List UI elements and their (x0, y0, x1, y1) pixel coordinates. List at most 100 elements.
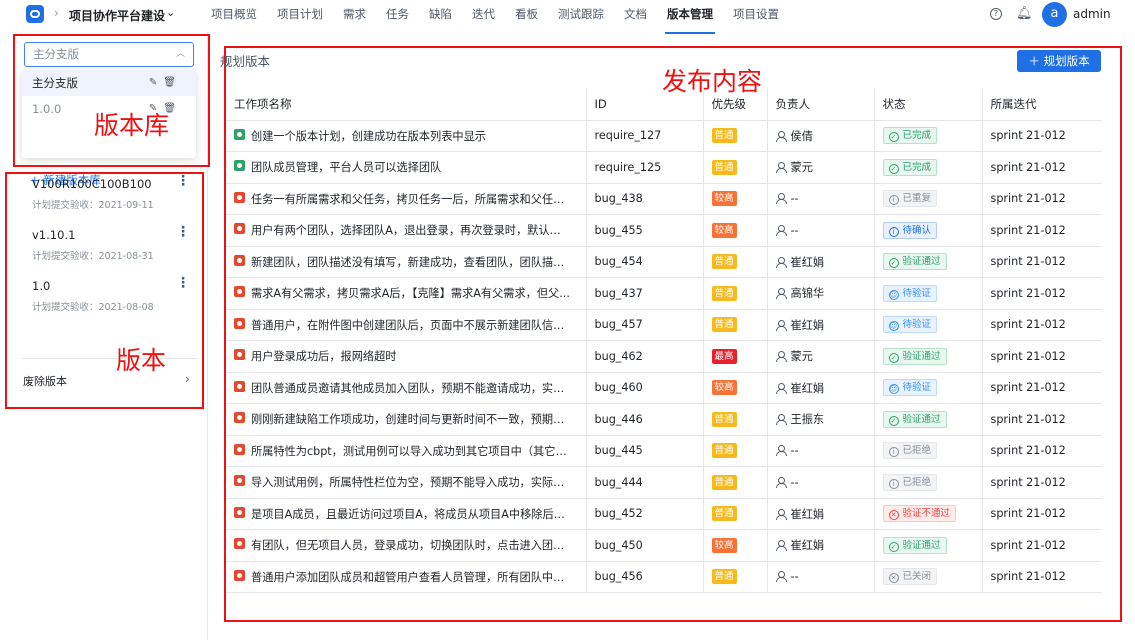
column-header[interactable]: 优先级 (703, 89, 768, 121)
nav-item[interactable]: 项目概览 (211, 0, 257, 32)
nav-item[interactable]: 文档 (624, 0, 647, 32)
work-item-cell[interactable]: 是项目A成员，且最近访问过项目A，将成员从项目A中移除后，... (226, 498, 587, 530)
nav-item[interactable]: 测试跟踪 (558, 0, 604, 32)
status-badge[interactable]: i 已重复 (882, 190, 938, 208)
work-item-cell[interactable]: 普通用户添加团队成员和超管用户查看人员管理，所有团队中没... (226, 561, 587, 593)
id-cell: bug_444 (586, 466, 704, 499)
owner-cell: 崔红娟 (767, 309, 875, 341)
help-icon[interactable]: ? (990, 8, 1002, 20)
user-icon (775, 224, 787, 236)
requirement-icon (234, 160, 245, 172)
work-item-name[interactable]: 需求A有父需求，拷贝需求A后，【克隆】需求A有父需求，但父... (251, 285, 570, 301)
work-item-name[interactable]: 创建一个版本计划，创建成功在版本列表中显示 (251, 128, 486, 144)
table-row[interactable]: 新建团队，团队描述没有填写，新建成功，查看团队，团队描述... bug_454 普通… (226, 246, 1102, 278)
work-item-name[interactable]: 是项目A成员，且最近访问过项目A，将成员从项目A中移除后，... (251, 506, 571, 522)
column-header[interactable]: 工作项名称 (226, 89, 587, 121)
status-cell: i 已重复 (874, 183, 983, 215)
table-row[interactable]: 任务一有所属需求和父任务，拷贝任务一后，所属需求和父任务... bug_438 较高… (226, 183, 1102, 215)
status-badge[interactable]: i 已拒绝 (882, 442, 938, 460)
project-dropdown-chevron-icon[interactable]: ⌄ (166, 6, 175, 19)
table-row[interactable]: 用户有两个团队，选择团队A，退出登录，再次登录时，默认团队... bug_455 较… (226, 214, 1102, 247)
table-row[interactable]: 创建一个版本计划，创建成功在版本列表中显示 require_127 普通 侯倩 ✓ 已完成… (226, 120, 1102, 152)
status-icon: ☺ (888, 384, 899, 395)
work-item-name[interactable]: 任务一有所属需求和父任务，拷贝任务一后，所属需求和父任务... (251, 191, 571, 207)
status-badge[interactable]: ✓ 验证通过 (882, 253, 947, 271)
status-badge[interactable]: ☺ 待验证 (882, 379, 938, 397)
project-title[interactable]: 项目协作平台建设 (69, 7, 165, 24)
table-row[interactable]: 团队普通成员邀请其他成员加入团队，预期不能邀请成功，实际... bug_460 较高… (226, 372, 1102, 404)
work-item-name[interactable]: 用户登录成功后，报网络超时 (251, 348, 396, 364)
table-row[interactable]: 普通用户添加团队成员和超管用户查看人员管理，所有团队中没... bug_456 普通… (226, 561, 1102, 593)
table-row[interactable]: 所属特性为cbpt，测试用例可以导入成功到其它项目中（其它项... bug_445… (226, 435, 1102, 467)
work-item-name[interactable]: 新建团队，团队描述没有填写，新建成功，查看团队，团队描述... (251, 254, 571, 270)
id-cell: bug_450 (586, 529, 704, 562)
status-badge[interactable]: ✓ 已完成 (882, 127, 938, 145)
status-icon: ✓ (888, 352, 899, 363)
nav-item[interactable]: 项目计划 (277, 0, 323, 32)
status-badge[interactable]: ☺ 待验证 (882, 284, 938, 302)
column-header[interactable]: 状态 (874, 89, 983, 121)
owner-cell: -- (767, 214, 875, 247)
status-badge[interactable]: i 已拒绝 (882, 473, 938, 491)
user-icon (775, 351, 787, 363)
work-item-name[interactable]: 导入测试用例，所属特性栏位为空，预期不能导入成功，实际可... (251, 474, 571, 490)
plan-version-button[interactable]: ＋ 规划版本 (1017, 50, 1101, 72)
work-item-name[interactable]: 普通用户，在附件图中创建团队后，页面中不展示新建团队信息... (251, 317, 571, 333)
column-header[interactable]: 所属迭代 (982, 89, 1102, 121)
work-item-cell[interactable]: 任务一有所属需求和父任务，拷贝任务一后，所属需求和父任务... (226, 183, 587, 215)
table-row[interactable]: 需求A有父需求，拷贝需求A后，【克隆】需求A有父需求，但父... bug_437 普… (226, 277, 1102, 310)
nav-item[interactable]: 缺陷 (429, 0, 452, 32)
work-item-cell[interactable]: 团队成员管理，平台人员可以选择团队 (226, 151, 587, 184)
nav-item[interactable]: 需求 (343, 0, 366, 32)
work-item-cell[interactable]: 创建一个版本计划，创建成功在版本列表中显示 (226, 120, 587, 152)
column-header[interactable]: 负责人 (767, 89, 875, 121)
table-row[interactable]: 是项目A成员，且最近访问过项目A，将成员从项目A中移除后，... bug_452 普… (226, 498, 1102, 530)
table-row[interactable]: 团队成员管理，平台人员可以选择团队 require_125 普通 蒙元 ✓ 已完成 spri… (226, 151, 1102, 184)
work-item-cell[interactable]: 团队普通成员邀请其他成员加入团队，预期不能邀请成功，实际... (226, 372, 587, 404)
work-item-cell[interactable]: 用户登录成功后，报网络超时 (226, 340, 587, 373)
work-item-cell[interactable]: 有团队，但无项目人员，登录成功，切换团队时，点击进入团队... (226, 529, 587, 562)
user-icon (775, 162, 787, 174)
nav-item[interactable]: 任务 (386, 0, 409, 32)
status-badge[interactable]: i 待确认 (882, 221, 938, 239)
work-item-cell[interactable]: 导入测试用例，所属特性栏位为空，预期不能导入成功，实际可... (226, 466, 587, 499)
table-row[interactable]: 用户登录成功后，报网络超时 bug_462 最高 蒙元 ✓ 验证通过 sprint 21-0… (226, 340, 1102, 373)
table-row[interactable]: 普通用户，在附件图中创建团队后，页面中不展示新建团队信息... bug_457 普通… (226, 309, 1102, 341)
status-badge[interactable]: ☺ 待验证 (882, 316, 938, 334)
bell-icon[interactable]: 🔔︎ (1016, 6, 1033, 21)
work-item-cell[interactable]: 用户有两个团队，选择团队A，退出登录，再次登录时，默认团队... (226, 214, 587, 247)
status-badge[interactable]: ✓ 验证通过 (882, 410, 947, 428)
column-header[interactable]: ID (586, 89, 704, 121)
work-item-name[interactable]: 有团队，但无项目人员，登录成功，切换团队时，点击进入团队... (251, 537, 571, 553)
status-badge[interactable]: ✓ 验证通过 (882, 347, 947, 365)
status-badge[interactable]: ✕ 验证不通过 (882, 505, 957, 523)
status-badge[interactable]: ✕ 已关闭 (882, 568, 938, 586)
table-row[interactable]: 刚刚新建缺陷工作项成功，创建时间与更新时间不一致，预期应... bug_446 普通… (226, 403, 1102, 436)
status-badge[interactable]: ✓ 验证通过 (882, 536, 947, 554)
work-item-name[interactable]: 团队普通成员邀请其他成员加入团队，预期不能邀请成功，实际... (251, 380, 571, 396)
nav-item[interactable]: 看板 (515, 0, 538, 32)
work-item-name[interactable]: 团队成员管理，平台人员可以选择团队 (251, 159, 441, 175)
table-header: 工作项名称 ID 优先级 负责人 状态 所属迭代 (226, 89, 1102, 121)
work-item-cell[interactable]: 新建团队，团队描述没有填写，新建成功，查看团队，团队描述... (226, 246, 587, 278)
nav-item[interactable]: 版本管理 (665, 0, 715, 34)
username[interactable]: admin (1073, 7, 1111, 21)
status-badge[interactable]: ✓ 已完成 (882, 158, 938, 176)
work-item-cell[interactable]: 所属特性为cbpt，测试用例可以导入成功到其它项目中（其它项... (226, 435, 587, 467)
avatar[interactable]: a (1042, 2, 1067, 27)
work-item-cell[interactable]: 需求A有父需求，拷贝需求A后，【克隆】需求A有父需求，但父... (226, 277, 587, 310)
work-item-name[interactable]: 刚刚新建缺陷工作项成功，创建时间与更新时间不一致，预期应... (251, 411, 571, 427)
status-icon: i (888, 447, 899, 458)
work-item-name[interactable]: 所属特性为cbpt，测试用例可以导入成功到其它项目中（其它项... (251, 443, 571, 459)
work-item-cell[interactable]: 刚刚新建缺陷工作项成功，创建时间与更新时间不一致，预期应... (226, 403, 587, 436)
user-icon (775, 319, 787, 331)
table-row[interactable]: 有团队，但无项目人员，登录成功，切换团队时，点击进入团队... bug_450 较高… (226, 529, 1102, 562)
work-item-name[interactable]: 用户有两个团队，选择团队A，退出登录，再次登录时，默认团队... (251, 222, 571, 238)
table-row[interactable]: 导入测试用例，所属特性栏位为空，预期不能导入成功，实际可... bug_444 普通… (226, 466, 1102, 499)
owner-cell: 高锦华 (767, 277, 875, 310)
work-item-cell[interactable]: 普通用户，在附件图中创建团队后，页面中不展示新建团队信息... (226, 309, 587, 341)
nav-item[interactable]: 项目设置 (733, 0, 779, 32)
work-item-name[interactable]: 普通用户添加团队成员和超管用户查看人员管理，所有团队中没... (251, 569, 571, 585)
app-logo-icon[interactable] (26, 5, 44, 23)
nav-item[interactable]: 迭代 (472, 0, 495, 32)
